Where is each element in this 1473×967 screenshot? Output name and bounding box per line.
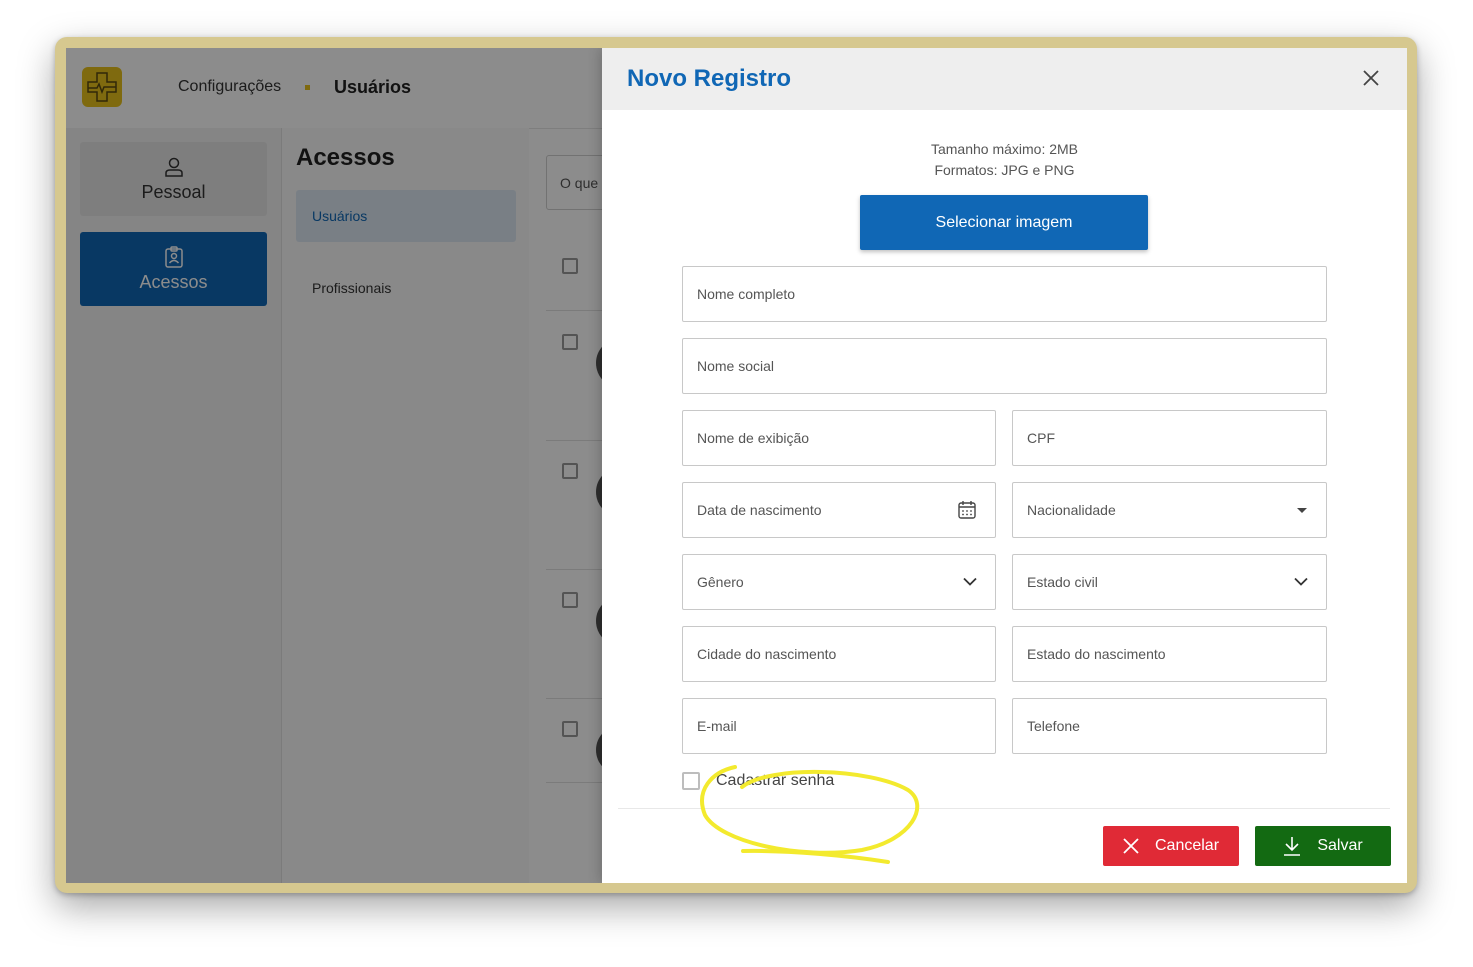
chevron-down-icon: [963, 577, 977, 587]
upload-formats: Formatos: JPG e PNG: [934, 162, 1075, 178]
new-record-modal: Novo Registro Tamanho máximo: 2MB Format…: [602, 48, 1407, 883]
phone-field[interactable]: Telefone: [1012, 698, 1327, 754]
close-icon: [1363, 70, 1379, 86]
cancel-label: Cancelar: [1154, 837, 1220, 854]
calendar-icon[interactable]: [957, 500, 977, 520]
birth-city-field[interactable]: Cidade do nascimento: [682, 626, 996, 682]
download-icon: [1284, 837, 1301, 856]
upload-max-size: Tamanho máximo: 2MB: [930, 141, 1079, 157]
save-button[interactable]: Salvar: [1255, 826, 1391, 866]
display-name-field[interactable]: Nome de exibição: [682, 410, 996, 466]
marital-status-select[interactable]: Estado civil: [1012, 554, 1327, 610]
birth-date-field[interactable]: Data de nascimento: [682, 482, 996, 538]
marital-status-label: Estado civil: [1027, 574, 1098, 590]
register-password-option[interactable]: Cadastrar senha: [682, 772, 834, 790]
footer-divider: [618, 808, 1390, 809]
full-name-field[interactable]: Nome completo: [682, 266, 1327, 322]
app-window: Configurações Usuários Pessoal Acessos A…: [66, 48, 1407, 883]
gender-label: Gênero: [697, 574, 744, 590]
social-name-field[interactable]: Nome social: [682, 338, 1327, 394]
gender-select[interactable]: Gênero: [682, 554, 996, 610]
cpf-field[interactable]: CPF: [1012, 410, 1327, 466]
caret-down-icon: [1296, 506, 1308, 514]
nationality-select[interactable]: Nacionalidade: [1012, 482, 1327, 538]
register-password-label[interactable]: Cadastrar senha: [716, 772, 834, 790]
birth-date-label: Data de nascimento: [697, 502, 822, 518]
chevron-down-icon: [1294, 577, 1308, 587]
email-field[interactable]: E-mail: [682, 698, 996, 754]
close-icon: [1123, 838, 1139, 854]
birth-state-field[interactable]: Estado do nascimento: [1012, 626, 1327, 682]
close-button[interactable]: [1359, 66, 1383, 90]
register-password-checkbox[interactable]: [682, 772, 700, 790]
modal-header: Novo Registro: [602, 48, 1407, 110]
save-label: Salvar: [1317, 837, 1363, 854]
modal-title: Novo Registro: [627, 65, 792, 92]
select-image-button[interactable]: Selecionar imagem: [860, 195, 1148, 250]
cancel-button[interactable]: Cancelar: [1103, 826, 1239, 866]
nationality-label: Nacionalidade: [1027, 502, 1116, 518]
